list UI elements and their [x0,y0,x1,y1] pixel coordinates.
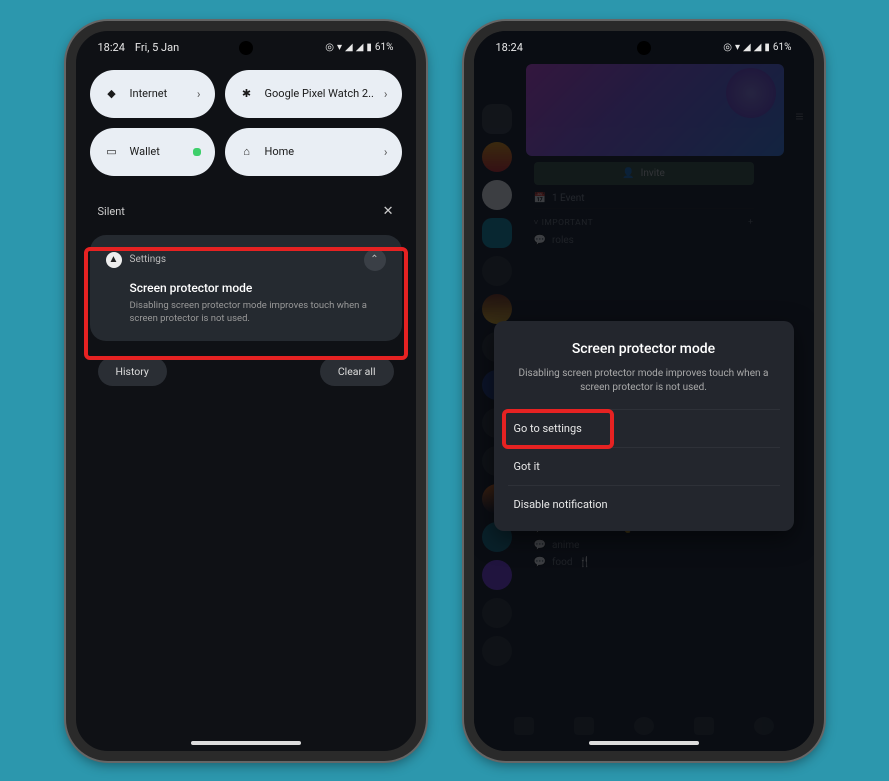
clear-all-button[interactable]: Clear all [320,357,394,386]
plus-icon[interactable]: + [748,217,753,228]
server-banner [526,64,784,156]
chevron-right-icon: › [384,87,388,101]
close-icon[interactable]: ✕ [383,204,394,219]
signal-icon: ◢ [345,42,353,53]
server-icon[interactable] [482,294,512,324]
dialog-option-disable[interactable]: Disable notification [508,485,780,523]
server-icon[interactable] [482,218,512,248]
phone-right: 18:24 ◎ ▾ ◢ ◢ ▮ 61% ✿ Friends Club ⋯ ≡ [464,21,824,761]
menu-icon[interactable]: ≡ [795,108,803,125]
quick-settings: ◆ Internet › ✱ Google Pixel Watch 2.. › … [76,60,416,186]
server-icon[interactable] [482,636,512,666]
warning-icon: ▲ [106,252,122,268]
server-icon[interactable] [482,142,512,172]
channel-item[interactable]: 💬 food 🍴 [534,554,754,571]
status-time: 18:24 [496,41,523,54]
dnd-icon: ◎ [325,42,334,53]
camera-cutout [637,41,651,55]
notification-card[interactable]: ▲ Settings ⌃ Screen protector mode Disab… [90,235,402,342]
tile-label: Google Pixel Watch 2.. [265,87,374,100]
tile-label: Internet [130,87,168,100]
battery-percent: 61% [375,42,394,53]
tile-internet[interactable]: ◆ Internet › [90,70,215,118]
server-icon[interactable] [482,598,512,628]
person-add-icon: 👤 [622,168,634,179]
wifi-icon: ▾ [337,42,342,53]
invite-button[interactable]: 👤 Invite [534,162,754,185]
home-indicator[interactable] [191,741,301,745]
tile-bluetooth[interactable]: ✱ Google Pixel Watch 2.. › [225,70,402,118]
tile-label: Home [265,145,295,158]
channel-name: food [552,557,573,568]
history-button[interactable]: History [98,357,167,386]
wifi-icon: ◆ [104,87,120,100]
card-icon [193,148,201,156]
signal-icon: ◢ [743,42,751,53]
chevron-right-icon: › [384,145,388,159]
bottom-nav [494,717,794,735]
emoji-icon: 🍴 [578,557,590,568]
server-icon[interactable] [482,256,512,286]
home-icon: ⌂ [239,145,255,158]
battery-icon: ▮ [764,42,770,53]
invite-label: Invite [641,168,665,179]
signal-icon: ◢ [754,42,762,53]
battery-icon: ▮ [366,42,372,53]
hash-icon: 💬 [534,557,546,568]
channel-name: roles [552,235,574,246]
nav-search-icon[interactable] [634,717,654,735]
event-label: 1 Event [552,193,585,204]
notification-actions: History Clear all [76,347,416,396]
server-icon[interactable] [482,560,512,590]
wallet-icon: ▭ [104,145,120,158]
silent-header: Silent ✕ [76,186,416,229]
hash-icon: 💬 [534,235,546,246]
bluetooth-icon: ✱ [239,87,255,100]
notification-body: Disabling screen protector mode improves… [130,299,386,326]
battery-percent: 61% [773,42,792,53]
notification-app: Settings [130,254,167,265]
calendar-icon: 📅 [534,193,546,204]
signal-icon: ◢ [356,42,364,53]
events-row[interactable]: 📅 1 Event [534,189,754,209]
nav-profile-icon[interactable] [754,717,774,735]
camera-cutout [239,41,253,55]
dialog-description: Disabling screen protector mode improves… [508,367,780,395]
dnd-icon: ◎ [723,42,732,53]
channel-item[interactable]: 💬 anime [534,537,754,554]
server-icon[interactable] [482,180,512,210]
dialog-option-gotit[interactable]: Got it [508,447,780,485]
dialog-title: Screen protector mode [508,341,780,357]
channel-item[interactable]: 💬 roles [534,232,754,249]
phone-left: 18:24 Fri, 5 Jan ◎ ▾ ◢ ◢ ▮ 61% ◆ Interne… [66,21,426,761]
wifi-icon: ▾ [735,42,740,53]
home-indicator[interactable] [589,741,699,745]
tile-home[interactable]: ⌂ Home › [225,128,402,176]
status-time: 18:24 [98,41,125,54]
section-important[interactable]: ˅ IMPORTANT+ [534,217,754,228]
hash-icon: 💬 [534,540,546,551]
tile-wallet[interactable]: ▭ Wallet [90,128,215,176]
dm-icon[interactable] [482,104,512,134]
nav-friends-icon[interactable] [574,717,594,735]
section-label: IMPORTANT [542,218,594,228]
notification-title: Screen protector mode [130,281,386,295]
dialog-option-settings[interactable]: Go to settings [508,409,780,447]
status-date: Fri, 5 Jan [135,41,179,54]
dialog-screen-protector: Screen protector mode Disabling screen p… [494,321,794,531]
chevron-right-icon: › [197,87,201,101]
nav-notifications-icon[interactable] [694,717,714,735]
channel-name: anime [552,540,579,551]
nav-servers-icon[interactable] [514,717,534,735]
chevron-up-icon[interactable]: ⌃ [364,249,386,271]
silent-label: Silent [98,205,125,218]
tile-label: Wallet [130,145,160,158]
